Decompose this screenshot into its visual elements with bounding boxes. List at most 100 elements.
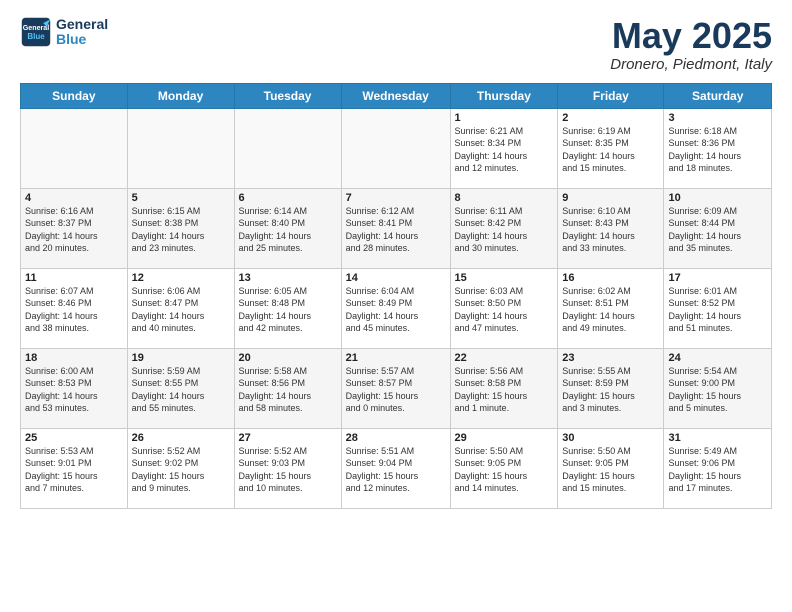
day-info: Sunrise: 5:53 AM Sunset: 9:01 PM Dayligh… xyxy=(25,445,123,495)
day-number: 30 xyxy=(562,432,659,444)
calendar-day-25: 25Sunrise: 5:53 AM Sunset: 9:01 PM Dayli… xyxy=(21,428,128,508)
location-title: Dronero, Piedmont, Italy xyxy=(610,56,772,73)
calendar-day-7: 7Sunrise: 6:12 AM Sunset: 8:41 PM Daylig… xyxy=(341,188,450,268)
day-info: Sunrise: 6:11 AM Sunset: 8:42 PM Dayligh… xyxy=(455,205,554,255)
svg-text:Blue: Blue xyxy=(27,32,45,41)
calendar-week-row: 1Sunrise: 6:21 AM Sunset: 8:34 PM Daylig… xyxy=(21,108,772,188)
logo: General Blue General Blue xyxy=(20,16,108,48)
day-info: Sunrise: 5:50 AM Sunset: 9:05 PM Dayligh… xyxy=(455,445,554,495)
calendar-day-26: 26Sunrise: 5:52 AM Sunset: 9:02 PM Dayli… xyxy=(127,428,234,508)
calendar-day-31: 31Sunrise: 5:49 AM Sunset: 9:06 PM Dayli… xyxy=(664,428,772,508)
weekday-header-monday: Monday xyxy=(127,83,234,108)
calendar-day-22: 22Sunrise: 5:56 AM Sunset: 8:58 PM Dayli… xyxy=(450,348,558,428)
calendar-day-18: 18Sunrise: 6:00 AM Sunset: 8:53 PM Dayli… xyxy=(21,348,128,428)
day-number: 16 xyxy=(562,272,659,284)
calendar-day-4: 4Sunrise: 6:16 AM Sunset: 8:37 PM Daylig… xyxy=(21,188,128,268)
day-number: 24 xyxy=(668,352,767,364)
day-info: Sunrise: 6:15 AM Sunset: 8:38 PM Dayligh… xyxy=(132,205,230,255)
calendar-day-9: 9Sunrise: 6:10 AM Sunset: 8:43 PM Daylig… xyxy=(558,188,664,268)
calendar-day-20: 20Sunrise: 5:58 AM Sunset: 8:56 PM Dayli… xyxy=(234,348,341,428)
weekday-header-sunday: Sunday xyxy=(21,83,128,108)
day-number: 23 xyxy=(562,352,659,364)
day-info: Sunrise: 5:52 AM Sunset: 9:03 PM Dayligh… xyxy=(239,445,337,495)
day-info: Sunrise: 6:04 AM Sunset: 8:49 PM Dayligh… xyxy=(346,285,446,335)
calendar-week-row: 4Sunrise: 6:16 AM Sunset: 8:37 PM Daylig… xyxy=(21,188,772,268)
day-number: 4 xyxy=(25,192,123,204)
day-info: Sunrise: 6:19 AM Sunset: 8:35 PM Dayligh… xyxy=(562,125,659,175)
day-info: Sunrise: 5:54 AM Sunset: 9:00 PM Dayligh… xyxy=(668,365,767,415)
calendar-empty-cell xyxy=(127,108,234,188)
calendar-day-15: 15Sunrise: 6:03 AM Sunset: 8:50 PM Dayli… xyxy=(450,268,558,348)
day-info: Sunrise: 5:58 AM Sunset: 8:56 PM Dayligh… xyxy=(239,365,337,415)
calendar-day-12: 12Sunrise: 6:06 AM Sunset: 8:47 PM Dayli… xyxy=(127,268,234,348)
day-info: Sunrise: 5:59 AM Sunset: 8:55 PM Dayligh… xyxy=(132,365,230,415)
day-number: 27 xyxy=(239,432,337,444)
calendar-day-14: 14Sunrise: 6:04 AM Sunset: 8:49 PM Dayli… xyxy=(341,268,450,348)
day-info: Sunrise: 5:56 AM Sunset: 8:58 PM Dayligh… xyxy=(455,365,554,415)
day-number: 8 xyxy=(455,192,554,204)
calendar-week-row: 25Sunrise: 5:53 AM Sunset: 9:01 PM Dayli… xyxy=(21,428,772,508)
calendar-day-27: 27Sunrise: 5:52 AM Sunset: 9:03 PM Dayli… xyxy=(234,428,341,508)
weekday-header-wednesday: Wednesday xyxy=(341,83,450,108)
day-info: Sunrise: 6:12 AM Sunset: 8:41 PM Dayligh… xyxy=(346,205,446,255)
day-number: 2 xyxy=(562,112,659,124)
day-info: Sunrise: 6:18 AM Sunset: 8:36 PM Dayligh… xyxy=(668,125,767,175)
calendar-day-10: 10Sunrise: 6:09 AM Sunset: 8:44 PM Dayli… xyxy=(664,188,772,268)
day-number: 25 xyxy=(25,432,123,444)
svg-text:General: General xyxy=(23,24,50,32)
day-info: Sunrise: 5:57 AM Sunset: 8:57 PM Dayligh… xyxy=(346,365,446,415)
calendar-day-5: 5Sunrise: 6:15 AM Sunset: 8:38 PM Daylig… xyxy=(127,188,234,268)
logo-text: General Blue xyxy=(56,17,108,48)
day-number: 3 xyxy=(668,112,767,124)
day-number: 19 xyxy=(132,352,230,364)
weekday-header-tuesday: Tuesday xyxy=(234,83,341,108)
day-number: 18 xyxy=(25,352,123,364)
calendar-day-30: 30Sunrise: 5:50 AM Sunset: 9:05 PM Dayli… xyxy=(558,428,664,508)
day-info: Sunrise: 6:03 AM Sunset: 8:50 PM Dayligh… xyxy=(455,285,554,335)
calendar-empty-cell xyxy=(21,108,128,188)
logo-line2: Blue xyxy=(56,32,108,47)
title-block: May 2025 Dronero, Piedmont, Italy xyxy=(610,16,772,73)
day-info: Sunrise: 5:52 AM Sunset: 9:02 PM Dayligh… xyxy=(132,445,230,495)
calendar-day-17: 17Sunrise: 6:01 AM Sunset: 8:52 PM Dayli… xyxy=(664,268,772,348)
day-number: 29 xyxy=(455,432,554,444)
day-number: 10 xyxy=(668,192,767,204)
day-number: 9 xyxy=(562,192,659,204)
day-number: 21 xyxy=(346,352,446,364)
day-info: Sunrise: 5:50 AM Sunset: 9:05 PM Dayligh… xyxy=(562,445,659,495)
day-number: 13 xyxy=(239,272,337,284)
day-info: Sunrise: 6:00 AM Sunset: 8:53 PM Dayligh… xyxy=(25,365,123,415)
day-number: 31 xyxy=(668,432,767,444)
day-info: Sunrise: 6:01 AM Sunset: 8:52 PM Dayligh… xyxy=(668,285,767,335)
calendar-day-1: 1Sunrise: 6:21 AM Sunset: 8:34 PM Daylig… xyxy=(450,108,558,188)
day-number: 15 xyxy=(455,272,554,284)
day-info: Sunrise: 5:51 AM Sunset: 9:04 PM Dayligh… xyxy=(346,445,446,495)
day-number: 14 xyxy=(346,272,446,284)
day-number: 17 xyxy=(668,272,767,284)
day-number: 1 xyxy=(455,112,554,124)
day-number: 6 xyxy=(239,192,337,204)
calendar-empty-cell xyxy=(341,108,450,188)
calendar-day-19: 19Sunrise: 5:59 AM Sunset: 8:55 PM Dayli… xyxy=(127,348,234,428)
calendar-table: SundayMondayTuesdayWednesdayThursdayFrid… xyxy=(20,83,772,509)
weekday-header-row: SundayMondayTuesdayWednesdayThursdayFrid… xyxy=(21,83,772,108)
day-number: 12 xyxy=(132,272,230,284)
day-number: 22 xyxy=(455,352,554,364)
weekday-header-friday: Friday xyxy=(558,83,664,108)
weekday-header-thursday: Thursday xyxy=(450,83,558,108)
month-title: May 2025 xyxy=(610,16,772,56)
day-number: 5 xyxy=(132,192,230,204)
calendar-day-3: 3Sunrise: 6:18 AM Sunset: 8:36 PM Daylig… xyxy=(664,108,772,188)
day-number: 7 xyxy=(346,192,446,204)
day-number: 11 xyxy=(25,272,123,284)
calendar-day-24: 24Sunrise: 5:54 AM Sunset: 9:00 PM Dayli… xyxy=(664,348,772,428)
calendar-day-21: 21Sunrise: 5:57 AM Sunset: 8:57 PM Dayli… xyxy=(341,348,450,428)
day-number: 20 xyxy=(239,352,337,364)
logo-line1: General xyxy=(56,17,108,32)
day-info: Sunrise: 5:55 AM Sunset: 8:59 PM Dayligh… xyxy=(562,365,659,415)
logo-icon: General Blue xyxy=(20,16,52,48)
calendar-week-row: 18Sunrise: 6:00 AM Sunset: 8:53 PM Dayli… xyxy=(21,348,772,428)
day-info: Sunrise: 6:09 AM Sunset: 8:44 PM Dayligh… xyxy=(668,205,767,255)
calendar-day-2: 2Sunrise: 6:19 AM Sunset: 8:35 PM Daylig… xyxy=(558,108,664,188)
day-info: Sunrise: 6:14 AM Sunset: 8:40 PM Dayligh… xyxy=(239,205,337,255)
